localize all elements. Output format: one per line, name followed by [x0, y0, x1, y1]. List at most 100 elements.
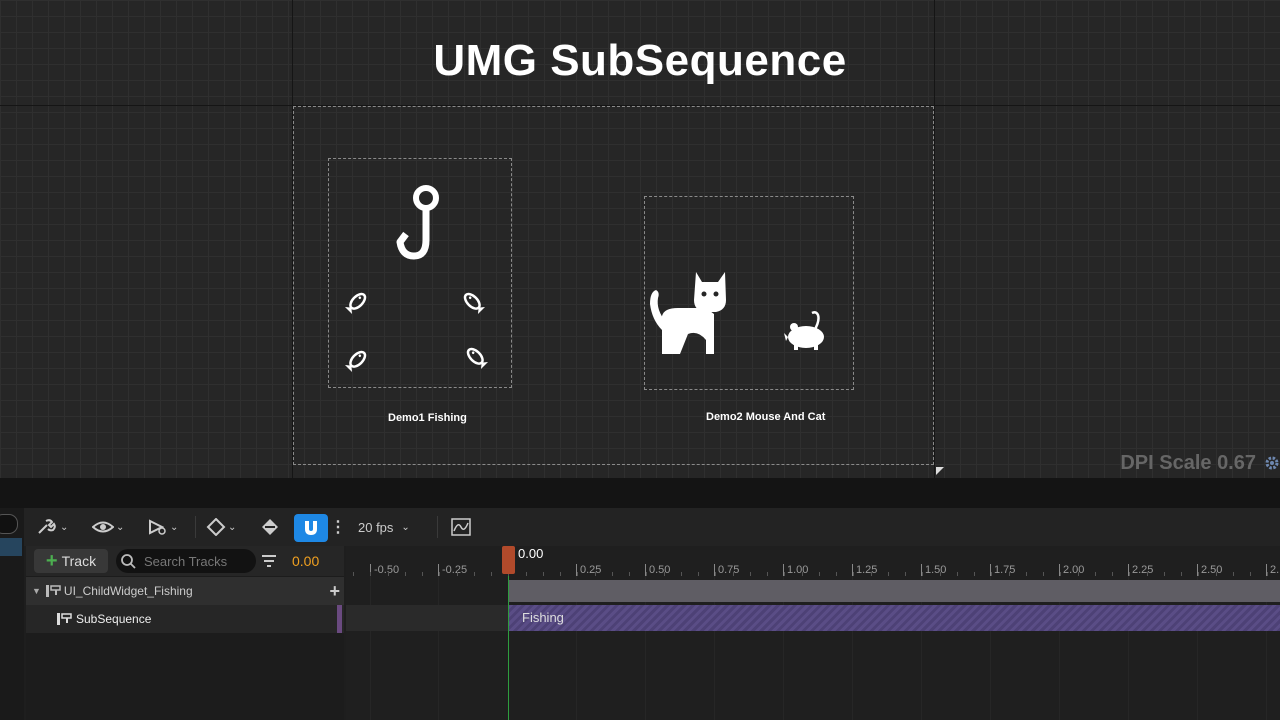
ruler-minor-tick [526, 572, 527, 576]
gear-icon[interactable] [1264, 455, 1280, 471]
ruler-tick-label: 1.75 [990, 564, 1015, 576]
play-settings-icon [149, 519, 166, 535]
mouse-icon [784, 311, 824, 350]
ruler-tick-label: 0.50 [645, 564, 670, 576]
tools-menu-button[interactable]: ⌄ [36, 515, 68, 539]
ruler-minor-tick [1043, 572, 1044, 576]
fish-icon [466, 347, 489, 370]
chevron-down-icon: ⌄ [401, 521, 410, 533]
add-track-button[interactable]: + Track [34, 549, 108, 573]
plus-icon: + [45, 550, 58, 572]
ruler-minor-tick [560, 572, 561, 576]
auto-key-icon [262, 519, 278, 535]
ruler-minor-tick [1009, 572, 1010, 576]
ruler-minor-tick [1129, 572, 1130, 576]
ruler-minor-tick [750, 572, 751, 576]
fish-icon [463, 292, 486, 315]
ruler-minor-tick [1112, 572, 1113, 576]
fps-dropdown[interactable]: 20 fps ⌄ [358, 515, 410, 539]
ruler-minor-tick [491, 572, 492, 576]
add-icon[interactable]: + [329, 581, 340, 602]
ruler-tick-label: 2.50 [1197, 564, 1222, 576]
magnet-icon [305, 521, 317, 535]
strip-selected-item[interactable] [0, 538, 22, 556]
chevron-down-icon: ⌄ [170, 521, 179, 533]
time-ruler[interactable]: -0.50 -0.25 0.25 0.50 0.75 1.00 1.25 1.50 1.75 2.… [346, 546, 1280, 576]
outliner-header: + Track Search Tracks 0.00 [26, 546, 344, 576]
ruler-minor-tick [888, 572, 889, 576]
expand-arrow-icon[interactable]: ▼ [32, 586, 41, 596]
ruler-minor-tick [1095, 572, 1096, 576]
ruler-tick-label: 1.00 [783, 564, 808, 576]
timeline-area[interactable]: -0.50 -0.25 0.25 0.50 0.75 1.00 1.25 1.50 1.75 2.… [346, 546, 1280, 720]
designer-canvas[interactable]: UMG SubSequence Demo1 Fishing Demo2 Mous… [0, 0, 1280, 478]
ruler-minor-tick [957, 572, 958, 576]
view-options-button[interactable]: ⌄ [92, 515, 124, 539]
page-title: UMG SubSequence [433, 36, 847, 85]
ruler-tick-label: 2.00 [1059, 564, 1084, 576]
strip-button[interactable] [0, 514, 18, 534]
panel-divider[interactable] [0, 478, 1280, 508]
ruler-minor-tick [1198, 572, 1199, 576]
eye-icon [92, 521, 114, 533]
tree-row-widget-binding[interactable]: ▼ UI_ChildWidget_Fishing + [26, 577, 344, 605]
tree-row-subsequence[interactable]: SubSequence [26, 605, 344, 633]
ruler-minor-tick [1233, 572, 1234, 576]
ruler-minor-tick [836, 572, 837, 576]
more-options-button[interactable]: ⋮ [330, 515, 346, 539]
left-side-strip [0, 508, 24, 720]
playback-options-button[interactable]: ⌄ [146, 515, 178, 539]
filter-icon[interactable] [262, 555, 276, 567]
widget-icon [45, 585, 61, 597]
ruler-minor-tick [474, 572, 475, 576]
ruler-minor-tick [715, 572, 716, 576]
ruler-minor-tick [664, 572, 665, 576]
snap-toggle-button[interactable] [294, 514, 328, 542]
add-track-label: Track [61, 553, 97, 569]
sequencer-toolbar: ⌄ ⌄ ⌄ ⌄ ⋮ 20 fps ⌄ [0, 508, 1280, 546]
demo2-label: Demo2 Mouse And Cat [706, 411, 826, 423]
search-placeholder: Search Tracks [144, 553, 228, 569]
widget-track-bar[interactable] [509, 580, 1280, 602]
timeline-grid-line [438, 576, 439, 720]
ruler-tick-label: 1.50 [921, 564, 946, 576]
timeline-grid-line [370, 576, 371, 720]
dpi-scale-label: DPI Scale 0.67 [1120, 452, 1256, 474]
ruler-minor-tick [681, 572, 682, 576]
ruler-minor-tick [974, 572, 975, 576]
fish-icon [344, 292, 367, 315]
fps-label: 20 fps [358, 519, 394, 535]
ruler-minor-tick [439, 572, 440, 576]
chevron-down-icon: ⌄ [116, 521, 125, 533]
search-tracks-input[interactable]: Search Tracks [116, 549, 256, 573]
ruler-minor-tick [612, 572, 613, 576]
subsequence-icon [57, 613, 72, 625]
ruler-minor-tick [1060, 572, 1061, 576]
tree-row-label: SubSequence [76, 612, 152, 626]
ruler-minor-tick [871, 572, 872, 576]
ruler-minor-tick [1250, 572, 1251, 576]
key-options-button[interactable]: ⌄ [206, 515, 236, 539]
auto-key-button[interactable] [260, 515, 280, 539]
ruler-minor-tick [577, 572, 578, 576]
ruler-minor-tick [1216, 572, 1217, 576]
chevron-down-icon: ⌄ [228, 521, 237, 533]
ruler-minor-tick [1026, 572, 1027, 576]
ruler-minor-tick [646, 572, 647, 576]
track-color-strip [337, 605, 342, 633]
ruler-minor-tick [1078, 572, 1079, 576]
resize-handle-icon[interactable] [935, 466, 945, 476]
curve-editor-button[interactable] [450, 515, 472, 539]
search-icon [121, 554, 136, 569]
more-vertical-icon: ⋮ [330, 519, 346, 536]
track-outliner: + Track Search Tracks 0.00 ▼ UI_ChildWid… [26, 546, 344, 720]
subsequence-section[interactable]: Fishing [509, 605, 1280, 631]
curve-editor-icon [451, 518, 471, 536]
fish-icon [344, 350, 367, 373]
ruler-minor-tick [733, 572, 734, 576]
cat-icon [650, 272, 726, 354]
playhead-handle[interactable] [502, 546, 515, 574]
ruler-minor-tick [388, 572, 389, 576]
ruler-minor-tick [1164, 572, 1165, 576]
current-time-display[interactable]: 0.00 [292, 553, 319, 569]
